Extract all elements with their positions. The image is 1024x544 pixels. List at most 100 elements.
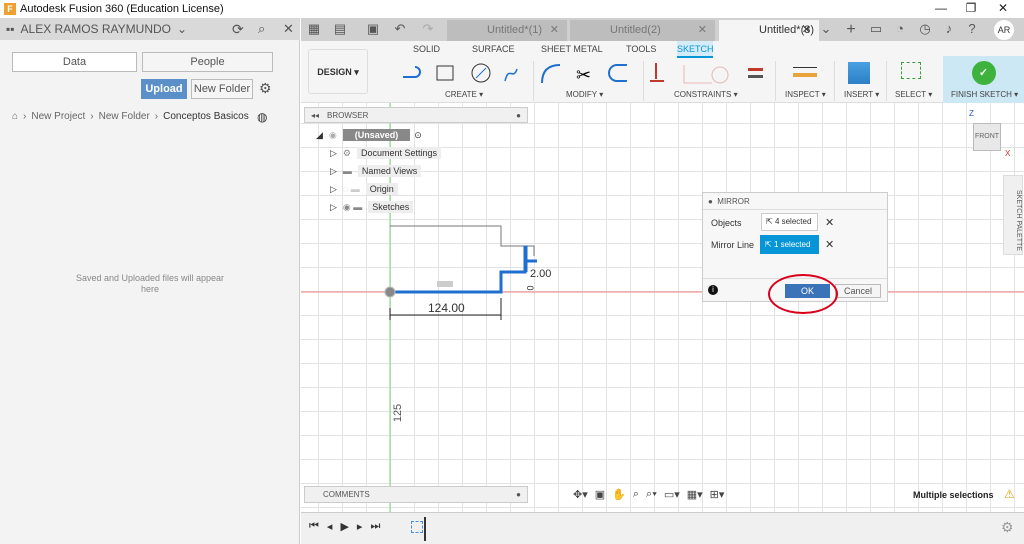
browser-root[interactable]: ◢ ◉ (Unsaved) ⊙ <box>316 128 441 142</box>
select-window-icon[interactable] <box>901 62 921 79</box>
browser-header[interactable]: ◂◂ BROWSER ● <box>304 107 528 123</box>
ribbon: DESIGN ▾ SOLID SURFACE SHEET METAL TOOLS… <box>301 41 1024 103</box>
objects-selection[interactable]: ⇱ 4 selected <box>761 213 818 231</box>
workspace-switcher[interactable]: DESIGN ▾ <box>308 49 368 94</box>
apps-grid-icon[interactable]: ▦ <box>305 21 323 37</box>
orbit-icon[interactable]: ✥▾ <box>573 488 588 501</box>
divider <box>775 61 776 101</box>
breadcrumb-item[interactable]: New Project <box>31 111 85 122</box>
save-icon[interactable]: ▣ <box>364 21 382 37</box>
go-to-end-icon[interactable]: ⏭ <box>370 520 380 533</box>
job-status-icon[interactable]: ◷ <box>916 21 934 37</box>
redo-icon[interactable]: ↷ <box>419 21 437 37</box>
clear-objects-icon[interactable]: ✕ <box>825 216 834 229</box>
minimize-button[interactable]: — <box>926 0 956 18</box>
dimension-vertical[interactable]: 125 <box>392 404 404 422</box>
group-select[interactable]: SELECT ▾ <box>895 90 932 99</box>
equal-icon <box>748 68 763 71</box>
timeline-controls: ⏮ ◂ ▶ ▸ ⏭ <box>309 520 380 533</box>
group-modify[interactable]: MODIFY ▾ <box>566 90 603 99</box>
clear-mirror-line-icon[interactable]: ✕ <box>825 238 834 251</box>
horizontal-constraint-icon <box>437 281 453 287</box>
zoom-icon[interactable]: ⌕ <box>633 488 639 501</box>
doc-tab-1[interactable]: Untitled*(1) ✕ <box>447 20 567 41</box>
close-panel-icon[interactable]: ✕ <box>283 21 294 37</box>
display-settings-icon[interactable]: ▭▾ <box>664 488 680 501</box>
fillet-icon <box>541 64 561 84</box>
divider <box>886 61 887 101</box>
comment-icon[interactable]: ▭ <box>867 21 885 37</box>
browser-item-sketches[interactable]: ▷ ◉ ▬ Sketches <box>330 200 441 214</box>
refresh-icon[interactable]: ⟳ <box>232 21 244 38</box>
bell-icon[interactable]: ♪ <box>940 21 958 36</box>
avatar[interactable]: AR <box>994 20 1014 40</box>
group-constraints[interactable]: CONSTRAINTS ▾ <box>674 90 738 99</box>
sketch-canvas[interactable]: 124.00 2.00 0 125 ◂◂ BROWSER ● ◢ ◉ (Unsaved… <box>301 103 1024 512</box>
new-tab-icon[interactable]: + <box>842 21 860 39</box>
viewcube[interactable]: Z FRONT X <box>969 109 1013 158</box>
help-icon[interactable]: ? <box>963 21 981 36</box>
upload-button[interactable]: Upload <box>141 79 187 99</box>
close-button[interactable]: ✕ <box>988 0 1018 18</box>
tab-sketch[interactable]: SKETCH <box>677 41 714 58</box>
browser-item-document-settings[interactable]: ▷ ⚙ Document Settings <box>330 146 442 160</box>
browser-item-named-views[interactable]: ▷ ▬ Named Views <box>330 164 441 178</box>
measure-icon[interactable] <box>793 67 817 77</box>
breadcrumb-current: Conceptos Basicos <box>163 111 249 122</box>
user-name[interactable]: ALEX RAMOS RAYMUNDO <box>21 22 171 36</box>
insert-image-icon[interactable] <box>848 62 870 84</box>
comments-header[interactable]: COMMENTS ● <box>304 486 528 503</box>
gear-icon[interactable]: ⚙ <box>259 80 272 97</box>
mirror-dialog: ● MIRROR Objects ⇱ 4 selected ✕ Mirror L… <box>702 192 888 314</box>
look-at-icon[interactable]: ▣ <box>595 488 605 501</box>
home-icon[interactable]: ⌂ <box>12 111 18 122</box>
extensions-icon[interactable]: ◔ <box>891 21 909 36</box>
sketch-palette-tab[interactable]: SKETCH PALETTE <box>1003 175 1023 255</box>
group-inspect[interactable]: INSPECT ▾ <box>785 90 826 99</box>
create-tools[interactable] <box>401 61 531 87</box>
chevron-down-icon[interactable]: ⌄ <box>817 21 835 37</box>
restore-button[interactable]: ❐ <box>956 0 986 18</box>
fit-icon[interactable]: ⌕▾ <box>646 488 657 501</box>
group-insert[interactable]: INSERT ▾ <box>844 90 879 99</box>
mirror-line-selection[interactable]: ⇱ 1 selected <box>760 235 819 254</box>
dimension-tiny[interactable]: 0 <box>526 285 536 290</box>
dimension-small[interactable]: 2.00 <box>530 268 551 280</box>
info-icon[interactable]: i <box>708 285 718 295</box>
step-back-icon[interactable]: ◂ <box>327 520 333 533</box>
globe-icon[interactable]: ◍ <box>257 110 267 124</box>
doc-tab-3[interactable]: Untitled*(3) ✕ <box>719 20 819 41</box>
tab-surface[interactable]: SURFACE <box>472 44 515 54</box>
tab-data[interactable]: Data <box>12 52 137 72</box>
tab-tools[interactable]: TOOLS <box>626 44 656 54</box>
grid-icon[interactable]: ▦▾ <box>687 488 703 501</box>
cancel-button[interactable]: Cancel <box>835 284 881 298</box>
modify-tools[interactable]: ✂ <box>539 61 639 87</box>
doc-tab-2[interactable]: Untitled(2) ✕ <box>570 20 715 41</box>
spline-icon <box>504 68 518 82</box>
chevron-down-icon[interactable]: ⌄ <box>177 22 187 36</box>
mirror-header[interactable]: ● MIRROR <box>703 193 887 210</box>
search-icon[interactable]: ⌕ <box>258 21 265 37</box>
step-forward-icon[interactable]: ▸ <box>357 520 363 533</box>
group-create[interactable]: CREATE ▾ <box>445 90 483 99</box>
viewports-icon[interactable]: ⊞▾ <box>710 488 725 501</box>
tab-people[interactable]: People <box>142 52 273 72</box>
play-icon[interactable]: ▶ <box>340 520 348 533</box>
constraints-tools[interactable] <box>648 61 768 87</box>
tab-sheet-metal[interactable]: SHEET METAL <box>541 44 603 54</box>
timeline-settings-icon[interactable]: ⚙ <box>1001 519 1014 536</box>
browser-item-origin[interactable]: ▷ ◌ ▬ Origin <box>330 182 441 196</box>
timeline-marker[interactable] <box>424 517 426 541</box>
warning-icon[interactable]: ⚠ <box>1004 487 1015 501</box>
new-folder-button[interactable]: New Folder <box>191 79 253 99</box>
file-icon[interactable]: ▤ <box>331 21 349 37</box>
breadcrumb-item[interactable]: New Folder <box>99 111 150 122</box>
group-finish-sketch[interactable]: FINISH SKETCH ▾ <box>951 90 1018 99</box>
pan-icon[interactable]: ✋ <box>612 488 626 501</box>
timeline-sketch-feature[interactable] <box>411 521 423 533</box>
dimension-horizontal[interactable]: 124.00 <box>428 301 465 315</box>
go-to-start-icon[interactable]: ⏮ <box>309 520 319 533</box>
undo-icon[interactable]: ↶ <box>391 21 409 37</box>
tab-solid[interactable]: SOLID <box>413 44 440 54</box>
